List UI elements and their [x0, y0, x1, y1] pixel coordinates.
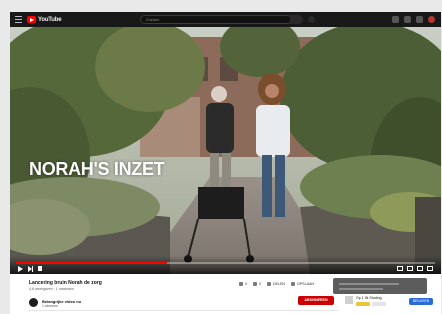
microphone-icon[interactable]	[308, 16, 315, 23]
theater-mode-icon[interactable]	[417, 266, 423, 271]
video-overlay-title: NORAH'S INZET	[29, 159, 165, 179]
channel-subscribers: 1 abonnee	[42, 304, 59, 308]
top-right-icons	[392, 16, 435, 23]
apps-icon[interactable]	[404, 16, 411, 23]
divider	[29, 310, 339, 311]
thumbs-down-icon	[253, 282, 257, 286]
hamburger-menu-icon[interactable]	[15, 16, 22, 23]
miniplayer-icon[interactable]	[407, 266, 413, 271]
fullscreen-icon[interactable]	[427, 266, 433, 271]
right-player-controls	[397, 266, 433, 271]
up-next-item[interactable]: Op 1 IN Studing BEKIJKEN	[345, 296, 439, 314]
save-icon	[290, 282, 295, 286]
save-button[interactable]: OPSLAAN	[290, 282, 314, 286]
up-next-title: Op 1 IN Studing	[356, 296, 382, 300]
share-icon	[267, 282, 271, 286]
play-icon[interactable]	[18, 266, 23, 272]
share-button[interactable]: DELEN	[267, 282, 285, 286]
channel-avatar[interactable]	[29, 298, 38, 307]
top-navigation-bar: YouTube Zoeken	[10, 12, 441, 27]
logo-text: YouTube	[38, 16, 62, 23]
play-logo-icon	[27, 16, 36, 23]
settings-icon[interactable]	[397, 266, 403, 271]
thumbs-up-icon	[239, 282, 243, 286]
subscribe-button[interactable]: ABONNEREN	[298, 296, 334, 305]
sidebar-panel[interactable]	[333, 278, 427, 294]
up-next-thumbnail	[345, 296, 353, 304]
search-placeholder: Zoeken	[146, 17, 160, 22]
video-frame-image	[10, 27, 441, 274]
video-title: Lancering bruin Norah de zorg	[29, 280, 102, 286]
player-controls	[10, 256, 441, 274]
search-input[interactable]: Zoeken	[140, 15, 292, 24]
account-avatar[interactable]	[428, 16, 435, 23]
browser-frame: YouTube Zoeken NORAH'S INZET Lancering b…	[10, 12, 441, 314]
video-meta: 4,6 weergaven · 1 maanden	[29, 287, 74, 291]
video-actions: 0 0 DELEN OPSLAAN	[239, 282, 314, 286]
youtube-logo[interactable]: YouTube	[27, 15, 62, 24]
volume-icon[interactable]	[38, 266, 42, 271]
progress-fill	[16, 262, 167, 264]
next-icon[interactable]	[28, 266, 33, 272]
progress-bar[interactable]	[16, 262, 435, 264]
create-video-icon[interactable]	[392, 16, 399, 23]
video-details: Lancering bruin Norah de zorg 4,6 weerga…	[10, 274, 441, 314]
like-button[interactable]: 0	[239, 282, 247, 286]
search-button[interactable]	[290, 15, 303, 24]
dislike-button[interactable]: 0	[253, 282, 261, 286]
up-next-tag	[356, 302, 370, 306]
up-next-button[interactable]: BEKIJKEN	[409, 298, 433, 305]
notifications-icon[interactable]	[416, 16, 423, 23]
up-next-tag-secondary	[372, 302, 386, 306]
video-player[interactable]: NORAH'S INZET	[10, 27, 441, 274]
